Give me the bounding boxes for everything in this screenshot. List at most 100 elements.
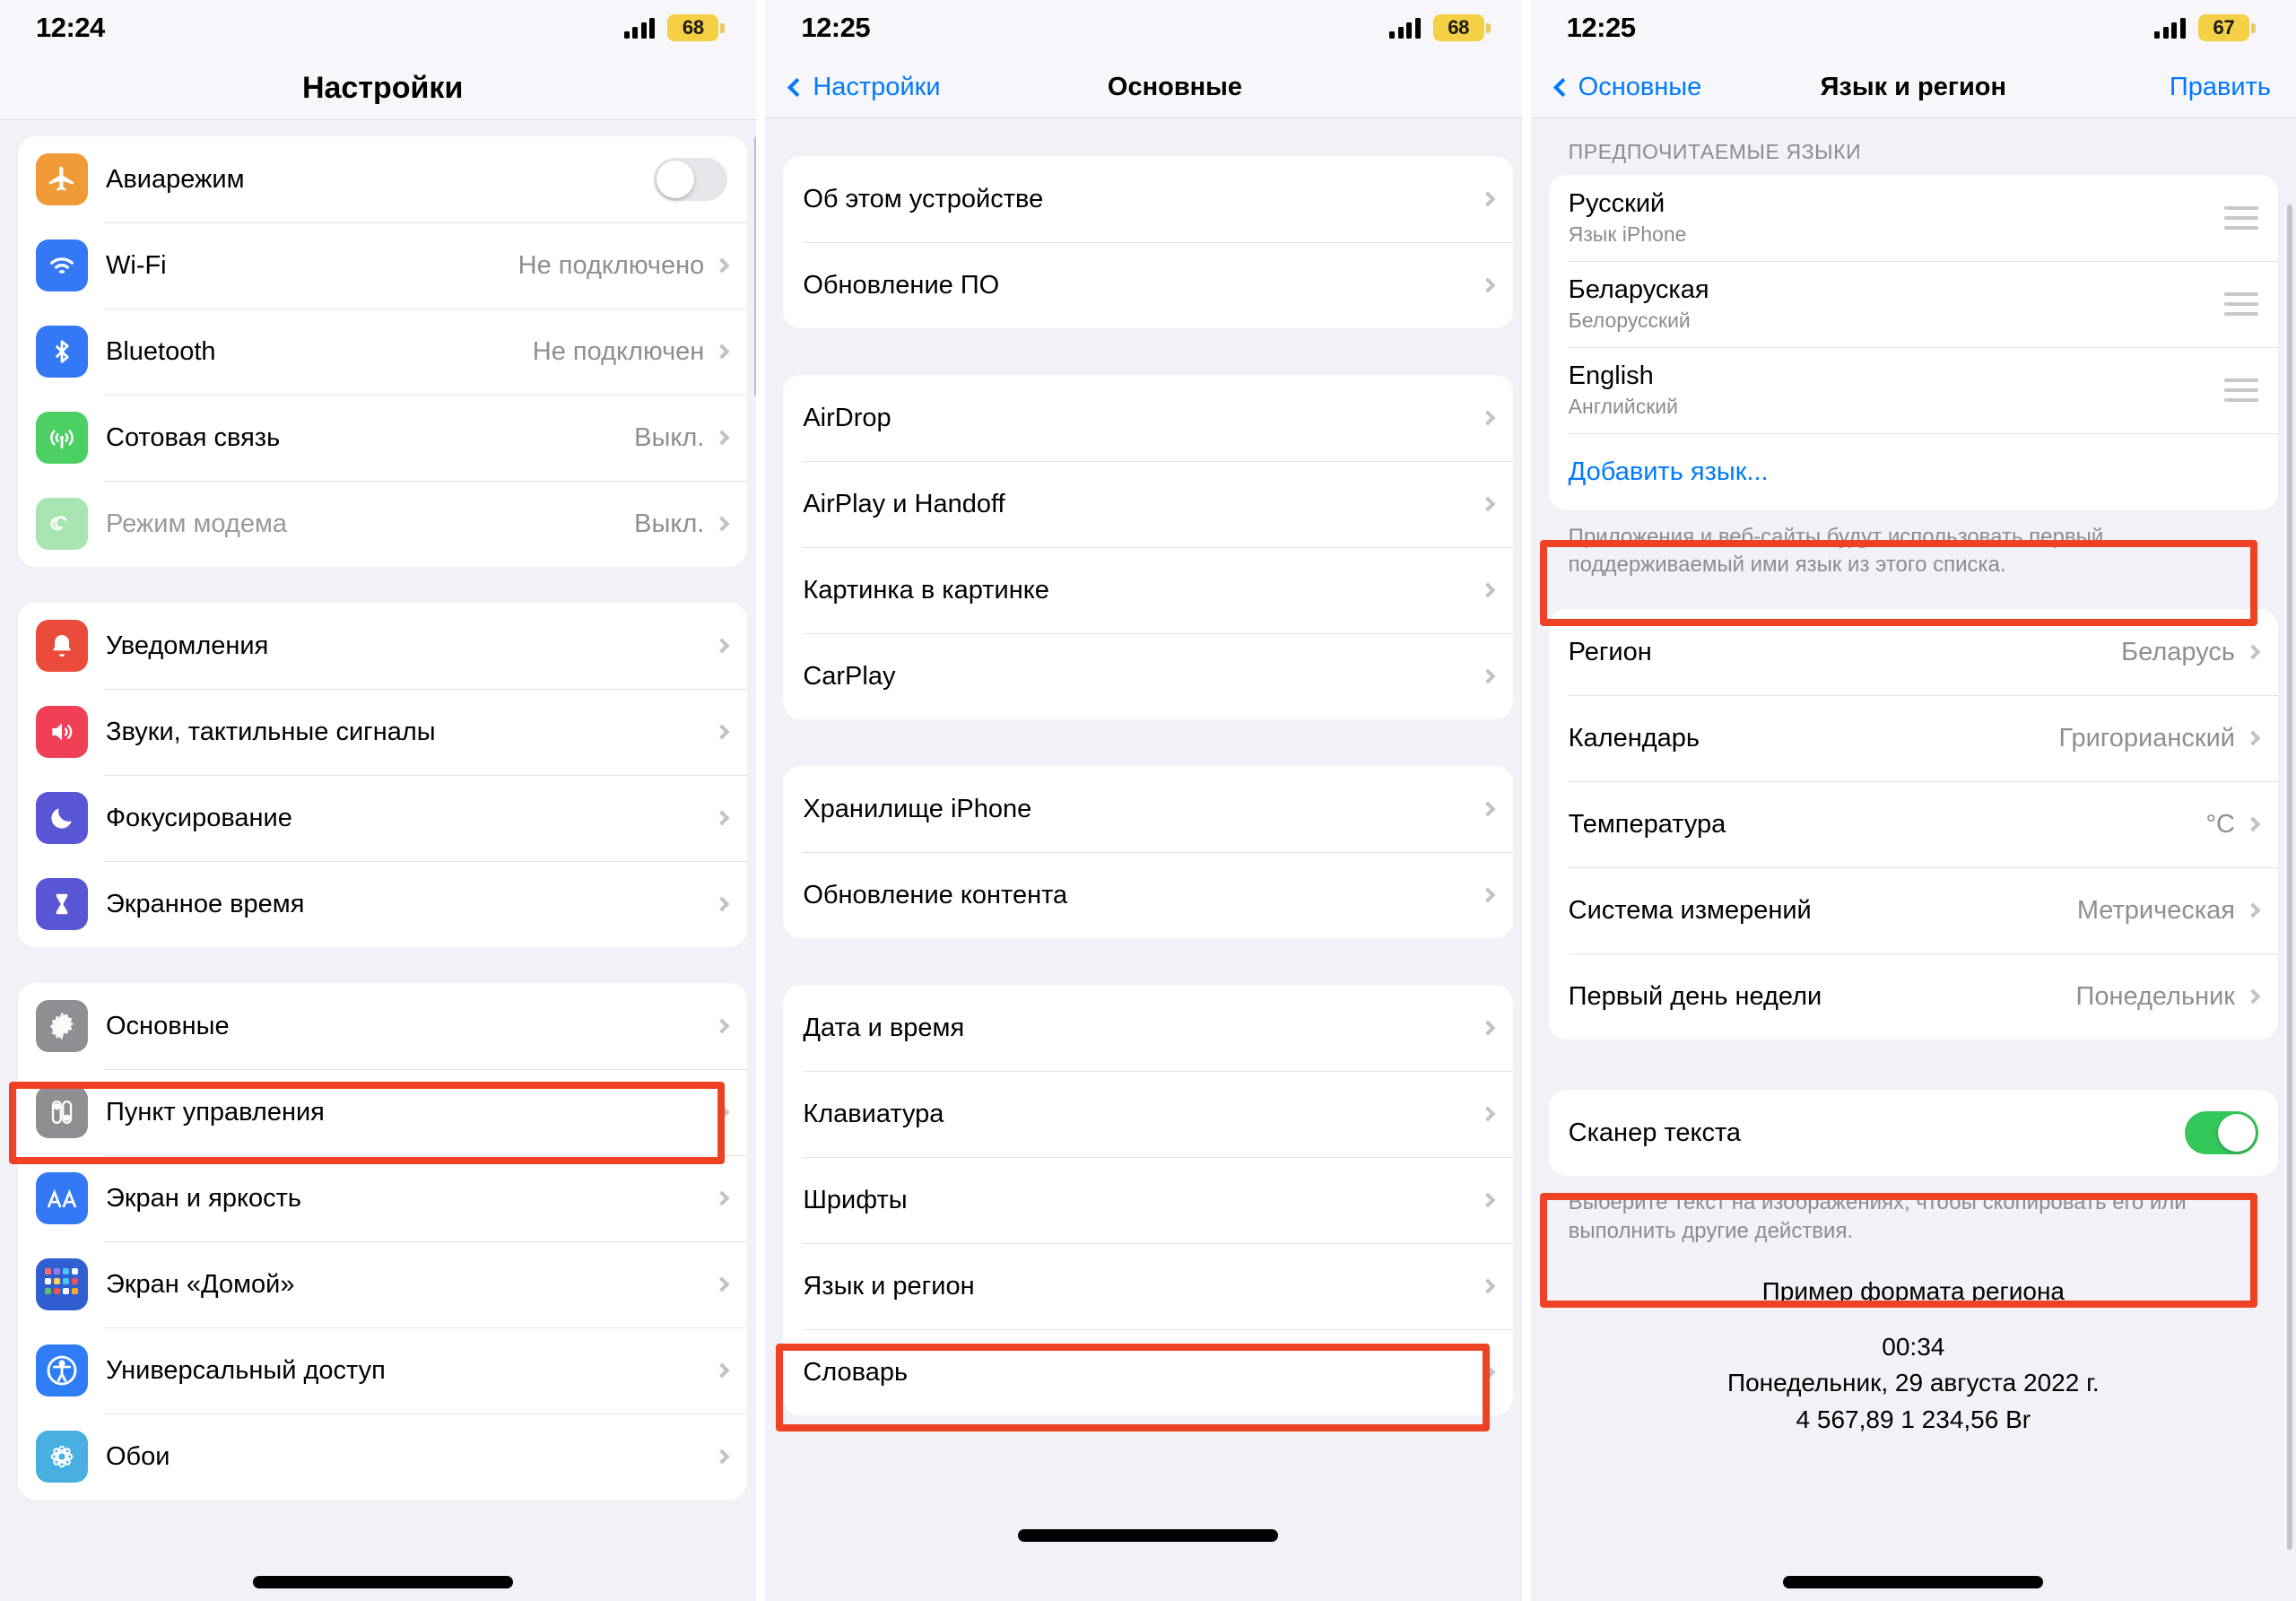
- row-label: AirPlay и Handoff: [803, 489, 1005, 518]
- settings-row-label: Универсальный доступ: [106, 1355, 386, 1385]
- settings-row-display[interactable]: Экран и яркость: [18, 1155, 748, 1241]
- chevron-right-icon: [2245, 902, 2261, 918]
- add-language-row[interactable]: Добавить язык...: [1548, 433, 2278, 510]
- row-label: Шрифты: [803, 1185, 908, 1214]
- nav-bar: Настройки Основные: [765, 56, 1531, 118]
- settings-row-screentime[interactable]: Экранное время: [18, 861, 748, 947]
- settings-row-label: Сотовая связь: [106, 422, 281, 452]
- general-row-carplay[interactable]: CarPlay: [783, 633, 1513, 719]
- row-label: Календарь: [1568, 723, 1700, 753]
- cellular-signal-icon: [1389, 17, 1421, 39]
- drag-handle-icon[interactable]: [2223, 378, 2258, 402]
- home-indicator: [1783, 1576, 2044, 1588]
- settings-row-label: Экран «Домой»: [106, 1269, 295, 1299]
- chevron-right-icon: [1480, 1106, 1496, 1122]
- general-row-pip[interactable]: Картинка в картинке: [783, 547, 1513, 633]
- sample-date: Понедельник, 29 августа 2022 г.: [1726, 1369, 2100, 1397]
- preferred-languages-group: Русский Язык iPhone Беларуская Белорусск…: [1548, 175, 2278, 510]
- general-row-about[interactable]: Об этом устройстве: [783, 156, 1513, 242]
- back-label: Настройки: [813, 72, 941, 101]
- row-label: Сканер текста: [1568, 1118, 1742, 1147]
- general-row-dictionary[interactable]: Словарь: [783, 1329, 1513, 1415]
- settings-row-label: Wi-Fi: [106, 250, 167, 280]
- battery-icon: 68: [1432, 14, 1491, 41]
- general-row-airplay[interactable]: AirPlay и Handoff: [783, 461, 1513, 547]
- edit-button[interactable]: Править: [2170, 73, 2271, 102]
- row-value: °C: [2205, 809, 2235, 839]
- settings-row-bluetooth[interactable]: Bluetooth Не подключен: [18, 309, 748, 395]
- chevron-left-icon: [1552, 77, 1572, 98]
- hourglass-icon: [36, 878, 88, 930]
- general-row-storage[interactable]: Хранилище iPhone: [783, 766, 1513, 852]
- chevron-left-icon: [787, 77, 807, 98]
- language-row-belarusian[interactable]: Беларуская Белорусский: [1548, 261, 2278, 347]
- general-row-language-region[interactable]: Язык и регион: [783, 1243, 1513, 1329]
- chevron-right-icon: [2245, 816, 2261, 832]
- text-scanner-toggle[interactable]: [2184, 1111, 2258, 1155]
- scroll-indicator[interactable]: [2286, 204, 2292, 1550]
- preferred-languages-footer: Приложения и веб-сайты будут использоват…: [1568, 525, 2104, 578]
- settings-row-hotspot[interactable]: Режим модема Выкл.: [18, 481, 748, 567]
- row-label: Дата и время: [803, 1013, 965, 1042]
- settings-row-home-screen[interactable]: Экран «Домой»: [18, 1241, 748, 1327]
- region-row-temperature[interactable]: Температура °C: [1548, 781, 2278, 868]
- general-row-keyboard[interactable]: Клавиатура: [783, 1071, 1513, 1157]
- chevron-right-icon: [714, 1276, 730, 1292]
- text-scanner-footer: Выберите текст на изображениях, чтобы ск…: [1568, 1190, 2187, 1243]
- chevron-right-icon: [2245, 988, 2261, 1005]
- general-row-software-update[interactable]: Обновление ПО: [783, 242, 1513, 328]
- settings-row-label: Уведомления: [106, 631, 269, 660]
- settings-row-airplane[interactable]: Авиарежим: [18, 136, 748, 222]
- general-row-airdrop[interactable]: AirDrop: [783, 375, 1513, 461]
- settings-row-accessibility[interactable]: Универсальный доступ: [18, 1327, 748, 1414]
- settings-row-label: Пункт управления: [106, 1097, 325, 1127]
- settings-row-focus[interactable]: Фокусирование: [18, 775, 748, 861]
- settings-row-value: Не подключен: [532, 336, 705, 366]
- battery-icon: 67: [2197, 14, 2256, 41]
- chevron-right-icon: [1480, 277, 1496, 293]
- settings-row-sounds[interactable]: Звуки, тактильные сигналы: [18, 689, 748, 775]
- settings-row-general[interactable]: Основные: [18, 983, 748, 1069]
- chevron-right-icon: [714, 1362, 730, 1379]
- row-label: Первый день недели: [1568, 981, 1822, 1011]
- general-row-fonts[interactable]: Шрифты: [783, 1157, 1513, 1243]
- region-row-calendar[interactable]: Календарь Григорианский: [1548, 695, 2278, 782]
- region-row-first-weekday[interactable]: Первый день недели Понедельник: [1548, 953, 2278, 1040]
- settings-row-notifications[interactable]: Уведомления: [18, 603, 748, 689]
- region-row-region[interactable]: Регион Беларусь: [1548, 609, 2278, 696]
- row-label: Регион: [1568, 637, 1652, 666]
- drag-handle-icon[interactable]: [2223, 292, 2258, 316]
- row-label: Обновление контента: [803, 880, 1068, 909]
- back-button[interactable]: Настройки: [787, 72, 941, 102]
- settings-row-cellular[interactable]: Сотовая связь Выкл.: [18, 395, 748, 481]
- row-label: Система измерений: [1568, 895, 1812, 925]
- airplane-toggle[interactable]: [654, 158, 728, 201]
- gear-icon: [36, 1000, 88, 1052]
- language-sub: Английский: [1568, 395, 1678, 418]
- language-name: English: [1568, 361, 1654, 390]
- chevron-right-icon: [714, 1449, 730, 1465]
- wallpaper-icon: [36, 1431, 88, 1483]
- row-label: Хранилище iPhone: [803, 794, 1032, 823]
- general-row-date-time[interactable]: Дата и время: [783, 985, 1513, 1071]
- sample-number: 4 567,89 1 234,56 Br: [1796, 1405, 2031, 1433]
- nav-bar: Настройки: [0, 56, 766, 120]
- settings-row-wifi[interactable]: Wi-Fi Не подключено: [18, 222, 748, 309]
- settings-row-control-center[interactable]: Пункт управления: [18, 1069, 748, 1155]
- language-row-russian[interactable]: Русский Язык iPhone: [1548, 175, 2278, 261]
- row-value: Понедельник: [2075, 981, 2235, 1011]
- general-list: Об этом устройстве Обновление ПО AirDrop…: [765, 118, 1530, 1600]
- row-label: Картинка в картинке: [803, 575, 1049, 605]
- settings-row-wallpaper[interactable]: Обои: [18, 1414, 748, 1500]
- back-button[interactable]: Основные: [1552, 73, 1701, 102]
- status-bar: 12:25 67: [1530, 0, 2296, 56]
- general-row-background-refresh[interactable]: Обновление контента: [783, 852, 1513, 938]
- speaker-icon: [36, 706, 88, 758]
- region-row-measurement[interactable]: Система измерений Метрическая: [1548, 867, 2278, 954]
- language-row-english[interactable]: English Английский: [1548, 347, 2278, 433]
- language-sub: Язык iPhone: [1568, 222, 1687, 246]
- drag-handle-icon[interactable]: [2223, 206, 2258, 230]
- chevron-right-icon: [714, 516, 730, 532]
- text-scanner-row[interactable]: Сканер текста: [1548, 1090, 2278, 1177]
- phone-screen-settings: 12:24 68 Настройки Авиарежим Wi-Fi Не по…: [0, 0, 766, 1601]
